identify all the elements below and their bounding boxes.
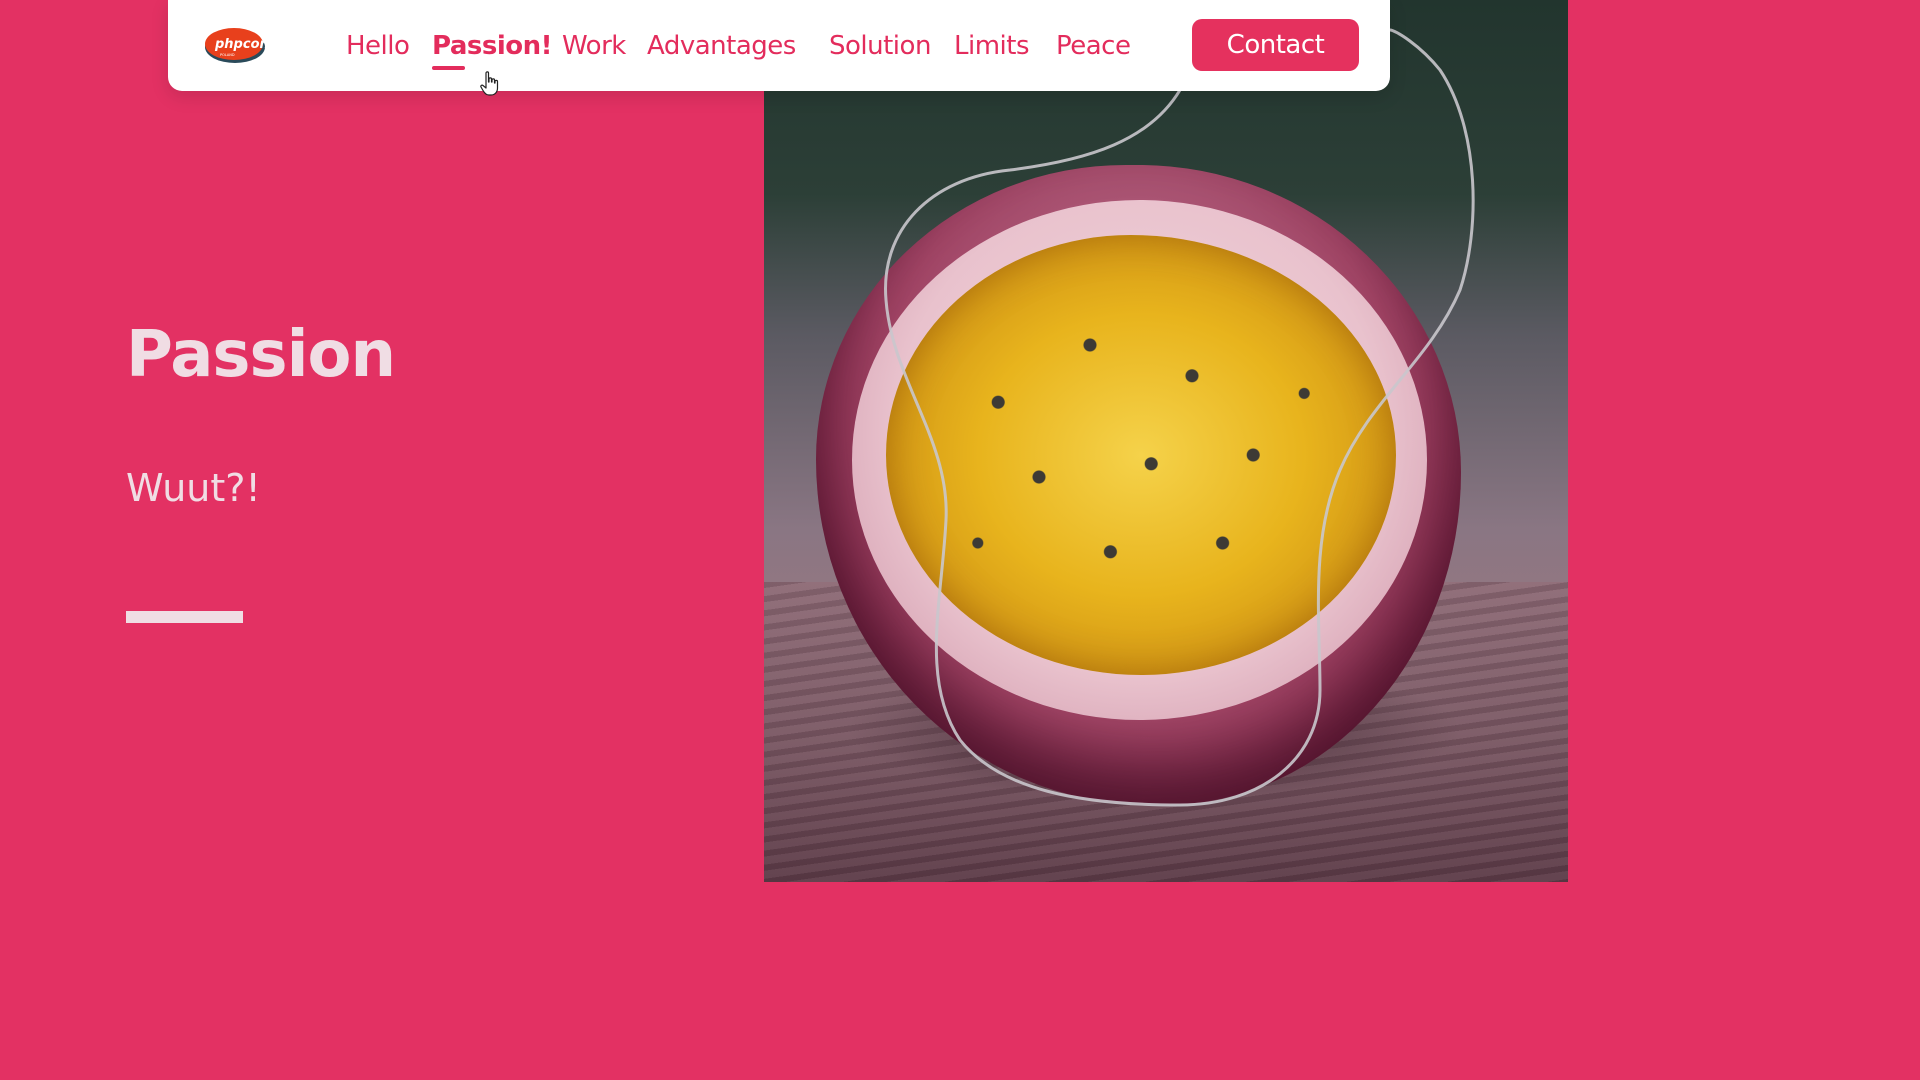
contact-button[interactable]: Contact xyxy=(1192,19,1359,71)
phpcon-logo-icon: phpcon POLAND xyxy=(205,28,269,63)
top-navbar: phpcon POLAND Hello Passion! Work Advant… xyxy=(168,0,1390,91)
nav-item-advantages[interactable]: Advantages xyxy=(647,28,796,64)
phpcon-logo[interactable]: phpcon POLAND xyxy=(204,25,269,65)
nav-item-peace[interactable]: Peace xyxy=(1056,28,1131,64)
nav-item-hello[interactable]: Hello xyxy=(346,28,410,64)
svg-text:POLAND: POLAND xyxy=(220,53,235,57)
nav-item-solution[interactable]: Solution xyxy=(829,28,931,64)
svg-text:phpcon: phpcon xyxy=(214,37,266,52)
hand-pointer-icon xyxy=(480,71,499,96)
nav-item-work[interactable]: Work xyxy=(562,28,626,64)
blob-outline xyxy=(884,28,1475,807)
nav-active-indicator xyxy=(432,66,465,70)
nav-item-limits[interactable]: Limits xyxy=(954,28,1030,64)
nav-item-passion[interactable]: Passion! xyxy=(432,28,553,64)
